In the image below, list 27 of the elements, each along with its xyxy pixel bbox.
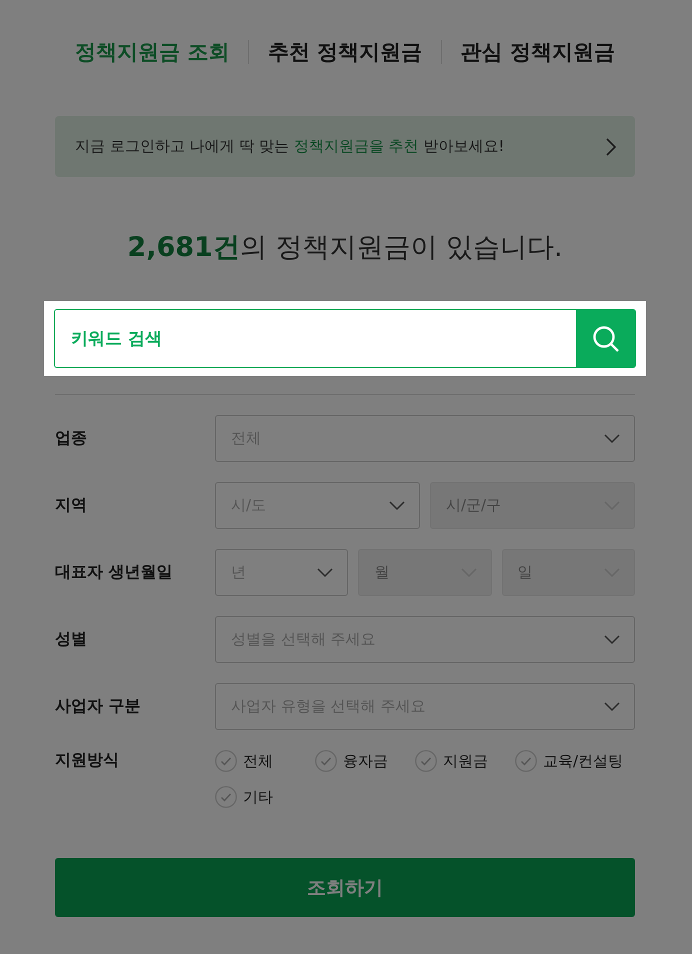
tab[interactable]: 추천 정책지원금 <box>268 38 422 66</box>
tab[interactable]: 정책지원금 조회 <box>75 38 230 66</box>
field-label: 사업자 구분 <box>55 696 142 717</box>
chevron-down-icon <box>604 702 620 712</box>
chevron-down-icon <box>317 568 334 578</box>
search-button[interactable] <box>576 309 636 368</box>
result-count-text: 2,681건의 정책지원금이 있습니다. <box>126 231 564 265</box>
tab[interactable]: 관심 정책지원금 <box>460 38 615 66</box>
checkbox-option[interactable]: 기타 <box>215 786 315 808</box>
chevron-down-icon <box>604 634 620 644</box>
chevron-down-icon <box>604 434 620 444</box>
field-label: 성별 <box>55 629 88 650</box>
login-banner[interactable]: 지금 로그인하고 나에게 딱 맞는 정책지원금을 추천 받아보세요! <box>55 116 635 177</box>
field-label: 업종 <box>55 428 88 449</box>
chevron-down-icon <box>389 500 405 510</box>
banner-text: 지금 로그인하고 나에게 딱 맞는 정책지원금을 추천 받아보세요! <box>75 137 504 156</box>
submit-button[interactable]: 조회하기 <box>55 858 635 917</box>
field-label: 지원방식 <box>55 750 120 771</box>
checkbox-option[interactable]: 융자금 <box>315 750 415 772</box>
search-field[interactable]: 키워드 검색 <box>54 309 576 368</box>
checkbox-option[interactable]: 지원금 <box>415 750 515 772</box>
field-label: 대표자 생년월일 <box>55 562 174 583</box>
checkbox-option[interactable]: 교육/컨설팅 <box>515 750 635 772</box>
checkbox-option[interactable]: 전체 <box>215 750 315 772</box>
chevron-right-icon <box>605 138 617 156</box>
field-label: 지역 <box>55 495 88 516</box>
search-icon <box>592 324 620 352</box>
